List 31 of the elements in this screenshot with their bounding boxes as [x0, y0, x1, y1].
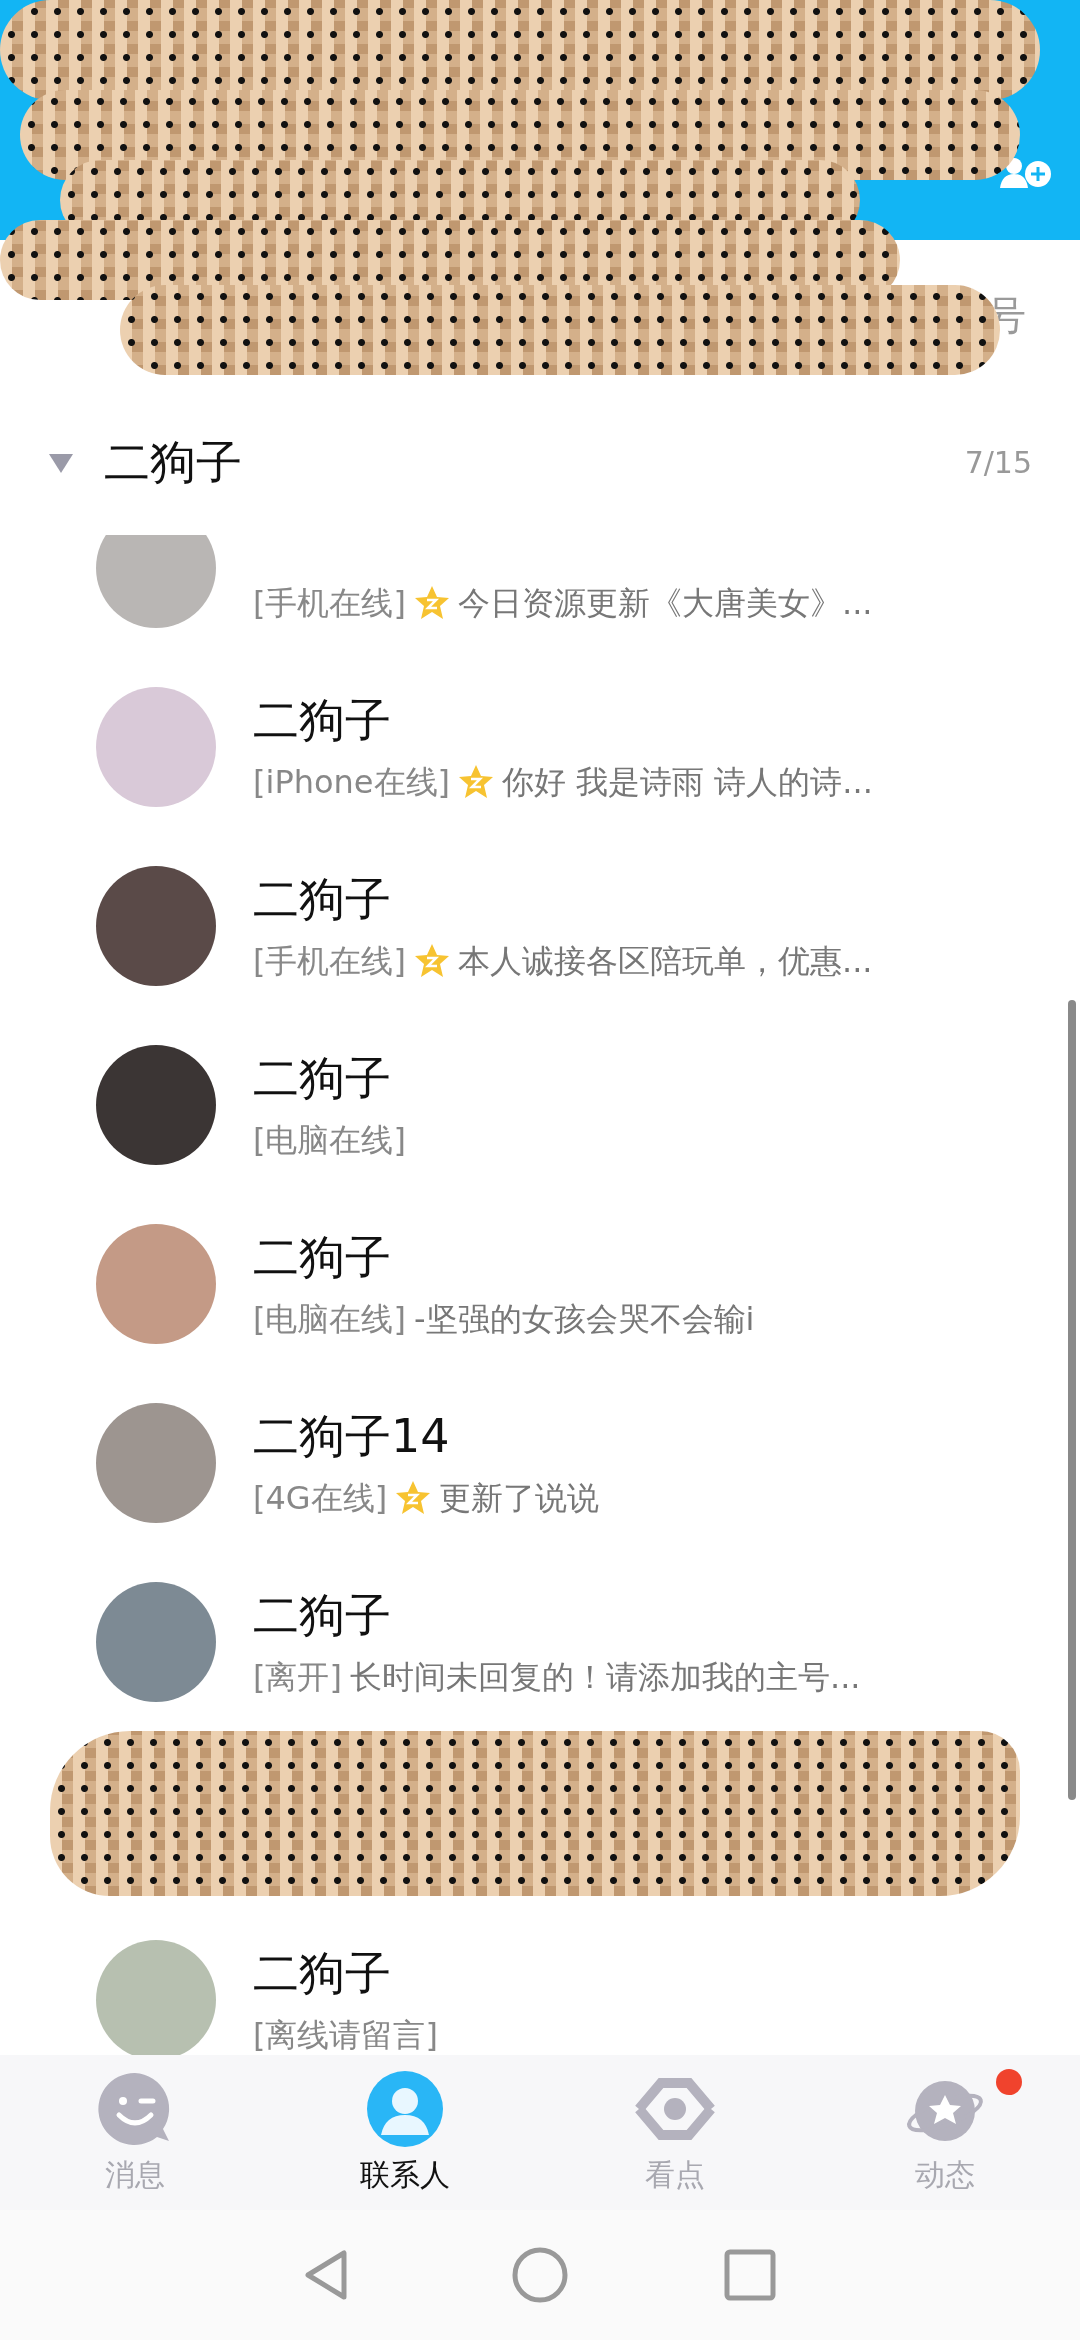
contact-name: 二狗子14 [253, 1407, 451, 1465]
signature-text: -坚强的女孩会哭不会输i [413, 1298, 755, 1340]
signature-text: 本人诚接各区陪玩单，优惠... [457, 940, 873, 982]
contact-name: 二狗子 [253, 1049, 392, 1107]
contact-name: 二狗子 [253, 870, 392, 928]
group-name[interactable]: 二狗子 [104, 431, 935, 494]
caret-icon[interactable] [48, 451, 74, 474]
contact-name: 二狗子 [253, 1586, 392, 1644]
home-icon[interactable] [510, 2245, 570, 2305]
signature-text: 今日资源更新《大唐美女》... [457, 582, 873, 624]
signature-text: 你好 我是诗雨 诗人的诗... [502, 761, 873, 803]
scrollbar[interactable] [1068, 1000, 1076, 1800]
online-status: [离线请留言] [253, 2014, 438, 2055]
nav-tab[interactable]: 联系人 [270, 2055, 540, 2210]
online-status: [手机在线] [253, 582, 406, 624]
nav-tab[interactable]: 看点 [540, 2055, 810, 2210]
group-count: 7/15 [964, 445, 1032, 480]
online-status: [手机在线] [253, 940, 406, 982]
contact-name: 二狗子 [253, 1228, 392, 1286]
contact-name: 二狗子 [253, 691, 392, 749]
online-status: [4G在线] [253, 1477, 388, 1519]
online-status: [离开] [253, 1656, 342, 1698]
person-icon [365, 2069, 445, 2149]
online-status: [电脑在线] [253, 1298, 406, 1340]
nav-tab[interactable]: 消息 [0, 2055, 270, 2210]
signature-text: 更新了说说 [439, 1477, 600, 1519]
contact-name: 二狗子 [253, 1944, 392, 2002]
online-status: [iPhone在线] [253, 761, 450, 803]
online-status: [电脑在线] [253, 1119, 406, 1161]
signature-text: 长时间未回复的！请添加我的主号... [349, 1656, 861, 1698]
nav-tab[interactable]: 动态 [810, 2055, 1080, 2210]
